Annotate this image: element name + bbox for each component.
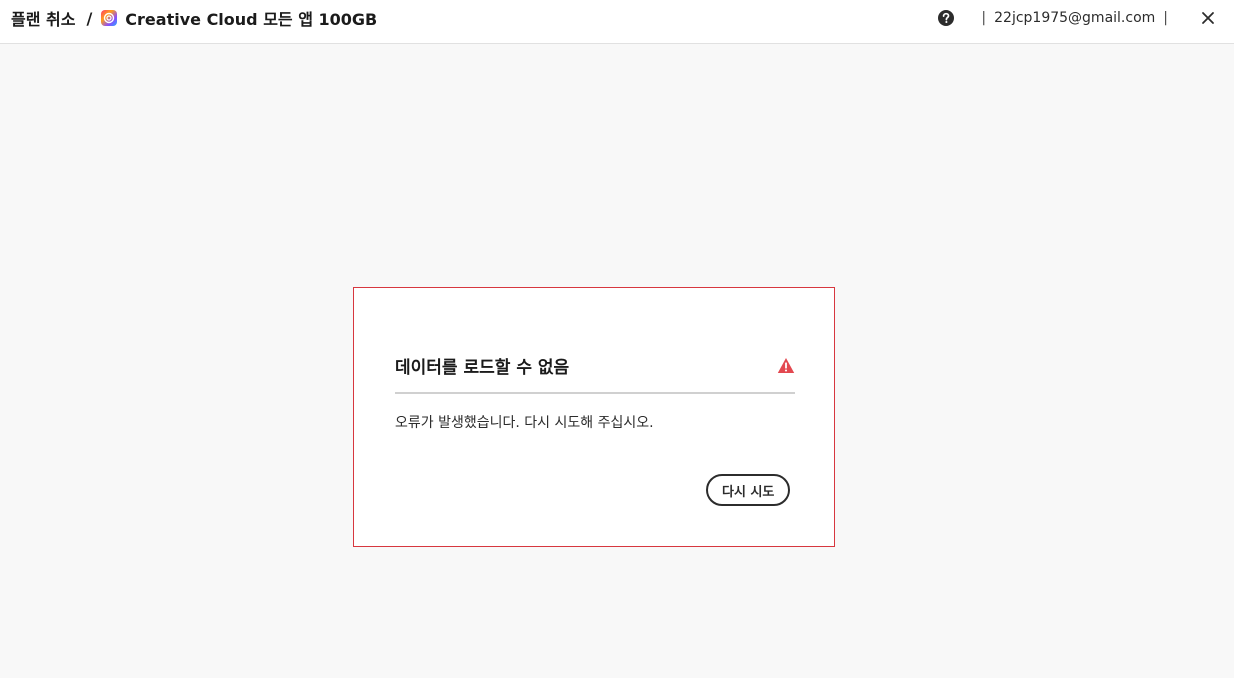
alert-triangle-icon — [777, 357, 795, 374]
close-icon — [1202, 12, 1214, 24]
header-divider: | — [981, 10, 987, 26]
user-email: 22jcp1975@gmail.com — [994, 10, 1156, 26]
breadcrumb-current: Creative Cloud 모든 앱 100GB — [125, 10, 378, 29]
error-divider — [395, 392, 795, 394]
breadcrumb: 플랜 취소 / Creative Cloud 모든 앱 100GB — [11, 0, 377, 36]
top-header: 플랜 취소 / Creative Cloud 모든 앱 100GB | 22jc… — [0, 0, 1234, 44]
header-divider: | — [1163, 10, 1168, 26]
error-message: 오류가 발생했습니다. 다시 시도해 주십시오. — [395, 415, 654, 431]
breadcrumb-separator: / — [86, 8, 93, 28]
error-title: 데이터를 로드할 수 없음 — [395, 358, 570, 378]
creative-cloud-logo-icon — [101, 10, 118, 26]
retry-button[interactable]: 다시 시도 — [706, 474, 791, 506]
breadcrumb-root[interactable]: 플랜 취소 — [11, 6, 75, 30]
close-button[interactable] — [1190, 0, 1226, 36]
header-actions: | 22jcp1975@gmail.com | — [937, 0, 1234, 36]
question-circle-icon[interactable] — [937, 9, 955, 27]
error-dialog: 데이터를 로드할 수 없음 오류가 발생했습니다. 다시 시도해 주십시오. 다… — [353, 287, 835, 547]
error-title-row: 데이터를 로드할 수 없음 — [395, 356, 795, 380]
